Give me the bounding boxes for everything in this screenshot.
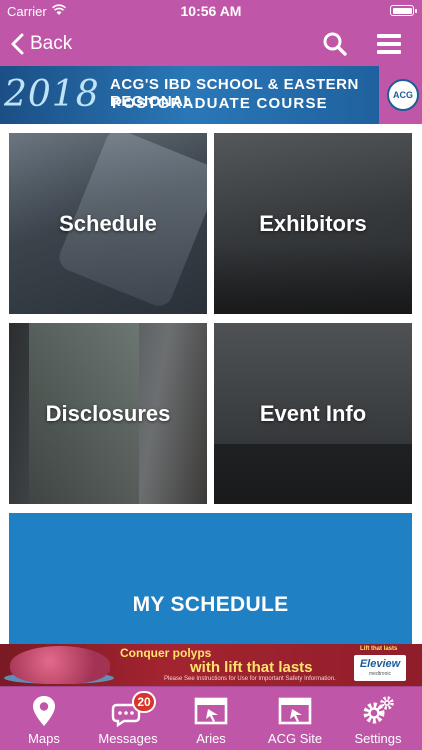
event-banner: 2018 ACG'S IBD SCHOOL & EASTERN REGIONAL… (0, 66, 422, 124)
browser-window-icon (278, 697, 312, 725)
banner-title-line2: POSTGRADUATE COURSE (112, 95, 328, 112)
messages-badge: 20 (132, 691, 156, 713)
gears-icon (363, 696, 394, 724)
my-schedule-button[interactable]: MY SCHEDULE (9, 513, 412, 644)
tab-maps[interactable]: Maps (2, 687, 86, 750)
status-time: 10:56 AM (180, 3, 242, 19)
tab-label: Messages (98, 731, 158, 746)
tile-label: Event Info (259, 400, 367, 426)
ad-mascot-graphic (10, 646, 110, 684)
ad-headline1: Conquer polyps (120, 646, 212, 660)
ad-banner[interactable]: Conquer polyps with lift that lasts Plea… (0, 644, 422, 686)
back-button[interactable]: Back (10, 30, 72, 58)
ad-headline2: with lift that lasts (190, 659, 313, 676)
exhibitors-photo (214, 244, 412, 314)
back-label: Back (30, 33, 73, 54)
ad-brand-sub: medtronic (369, 671, 391, 677)
tab-label: Aries (196, 731, 226, 746)
tab-bar: Maps 20 Messages Aries ACG Site Settings (0, 686, 422, 750)
tab-messages[interactable]: 20 Messages (86, 687, 170, 750)
chevron-left-icon (11, 33, 24, 55)
tile-disclosures[interactable]: Disclosures (9, 323, 207, 504)
tab-label: Settings (354, 731, 402, 746)
tile-schedule[interactable]: Schedule (9, 133, 207, 314)
tab-label: Maps (28, 731, 60, 746)
battery-icon (390, 5, 417, 16)
hamburger-menu-icon[interactable] (376, 31, 402, 57)
map-pin-icon (33, 696, 55, 726)
ad-fine-print: Please See Instructions for Use for Impo… (164, 676, 336, 682)
tile-event-info[interactable]: Event Info (214, 323, 412, 504)
banner-year: 2018 (4, 74, 100, 115)
tile-exhibitors[interactable]: Exhibitors (214, 133, 412, 314)
tile-label: Exhibitors (259, 210, 367, 236)
my-schedule-label: MY SCHEDULE (132, 593, 289, 616)
tab-label: ACG Site (267, 731, 323, 746)
tab-settings[interactable]: Settings (336, 687, 420, 750)
ad-brand-box: Eleview medtronic (354, 655, 406, 681)
browser-window-icon (194, 697, 228, 725)
ad-tagline: Lift that lasts (360, 646, 398, 652)
tab-aries[interactable]: Aries (169, 687, 253, 750)
tile-label: Schedule (59, 210, 157, 236)
ad-brand: Eleview (359, 658, 401, 670)
acg-logo: ACG (387, 79, 419, 111)
status-bar: Carrier 10:56 AM (0, 0, 422, 22)
tab-acg-site[interactable]: ACG Site (253, 687, 337, 750)
top-bar: Carrier 10:56 AM Back (0, 0, 422, 66)
attendees-photo (214, 444, 412, 504)
nav-bar: Back (0, 22, 422, 66)
tile-label: Disclosures (45, 400, 171, 426)
search-icon[interactable] (322, 31, 348, 57)
acg-logo-text: ACG (393, 90, 413, 100)
